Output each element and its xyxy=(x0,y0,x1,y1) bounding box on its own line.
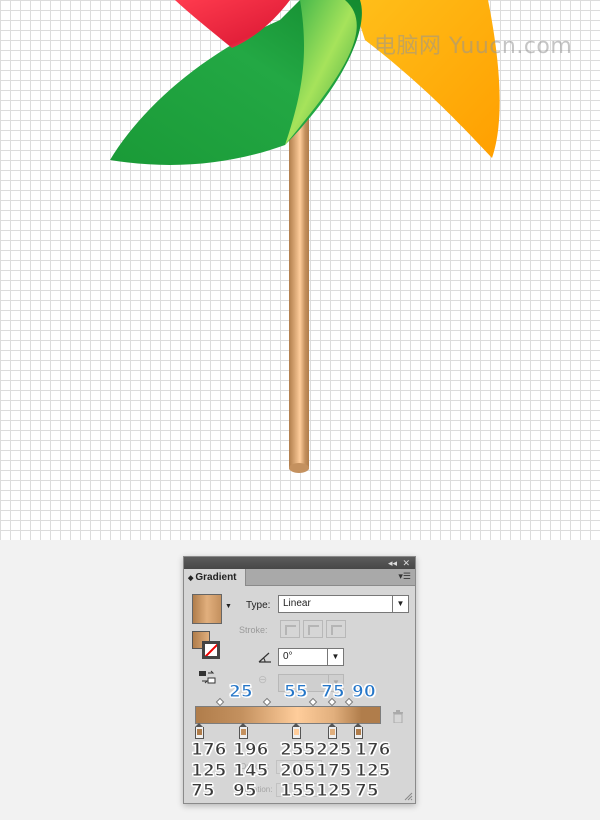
gradient-slider[interactable] xyxy=(195,706,381,724)
close-icon[interactable]: ✕ xyxy=(402,557,410,569)
stop-color-chip xyxy=(241,729,247,735)
location-annotation: 25 xyxy=(229,682,254,702)
green-value: 125 xyxy=(191,761,228,781)
tab-arrows-icon: ◆ xyxy=(188,575,194,582)
blue-value: 95 xyxy=(233,781,258,801)
gradient-stop[interactable] xyxy=(292,723,302,739)
type-value: Linear xyxy=(283,598,311,609)
type-label: Type: xyxy=(246,600,271,611)
stroke-across-button[interactable] xyxy=(326,620,346,638)
stop-color-chip xyxy=(356,729,362,735)
stroke-label: Stroke: xyxy=(239,625,268,635)
green-value: 145 xyxy=(233,761,270,781)
gradient-stop[interactable] xyxy=(327,723,337,739)
trash-icon[interactable] xyxy=(392,710,404,723)
resize-grip-icon[interactable] xyxy=(404,792,413,801)
blue-value: 75 xyxy=(355,781,380,801)
location-annotation: 55 xyxy=(284,682,309,702)
red-value: 196 xyxy=(233,740,270,760)
red-value: 225 xyxy=(316,740,353,760)
blue-value: 125 xyxy=(316,781,353,801)
angle-icon xyxy=(258,652,271,663)
angle-field[interactable]: 0° ▼ xyxy=(278,648,344,666)
panel-titlebar[interactable]: ◂◂ ✕ xyxy=(184,557,415,569)
stop-color-chip xyxy=(329,729,335,735)
location-annotation: 75 xyxy=(321,682,346,702)
stroke-swatch-none[interactable] xyxy=(202,641,220,659)
reverse-gradient-icon[interactable] xyxy=(198,670,216,684)
fill-stroke-toggle[interactable] xyxy=(192,631,222,661)
type-select[interactable]: Linear ▼ xyxy=(278,595,409,613)
midpoint-diamond[interactable] xyxy=(215,697,225,707)
watermark: 电脑网 Yuucn.com xyxy=(374,34,573,59)
panel-tab-row: ◆ Gradient ▾☰ xyxy=(184,569,415,586)
green-value: 205 xyxy=(280,761,317,781)
location-annotation: 90 xyxy=(352,682,377,702)
blue-value: 155 xyxy=(280,781,317,801)
gradient-swatch[interactable] xyxy=(192,594,222,624)
aspect-ratio-icon: ⊖ xyxy=(258,674,268,686)
gradient-stop[interactable] xyxy=(239,723,249,739)
red-value: 255 xyxy=(280,740,317,760)
pinwheel-artwork xyxy=(110,0,500,473)
tab-gradient[interactable]: ◆ Gradient xyxy=(184,569,246,586)
midpoint-diamond[interactable] xyxy=(308,697,318,707)
chevron-down-icon[interactable]: ▼ xyxy=(225,603,232,610)
red-value: 176 xyxy=(191,740,228,760)
angle-value: 0° xyxy=(283,651,293,662)
green-value: 125 xyxy=(355,761,392,781)
chevron-down-icon[interactable]: ▼ xyxy=(327,648,343,666)
chevron-down-icon[interactable]: ▼ xyxy=(392,595,408,613)
stroke-within-button[interactable] xyxy=(280,620,300,638)
red-value: 176 xyxy=(355,740,392,760)
blue-value: 75 xyxy=(191,781,216,801)
green-value: 175 xyxy=(316,761,353,781)
stop-color-chip xyxy=(197,729,202,735)
stroke-along-button[interactable] xyxy=(303,620,323,638)
double-chevron-icon[interactable]: ◂◂ xyxy=(388,557,397,569)
artboard-canvas[interactable]: 电脑网 Yuucn.com xyxy=(0,0,600,540)
midpoint-diamond[interactable] xyxy=(262,697,272,707)
orange-blade xyxy=(352,0,500,158)
panel-menu-icon[interactable]: ▾☰ xyxy=(398,571,411,582)
gradient-stop[interactable] xyxy=(195,723,204,739)
stop-color-chip xyxy=(294,729,300,735)
tab-label: Gradient xyxy=(195,572,237,583)
gradient-stop[interactable] xyxy=(354,723,364,739)
stick xyxy=(289,100,309,473)
